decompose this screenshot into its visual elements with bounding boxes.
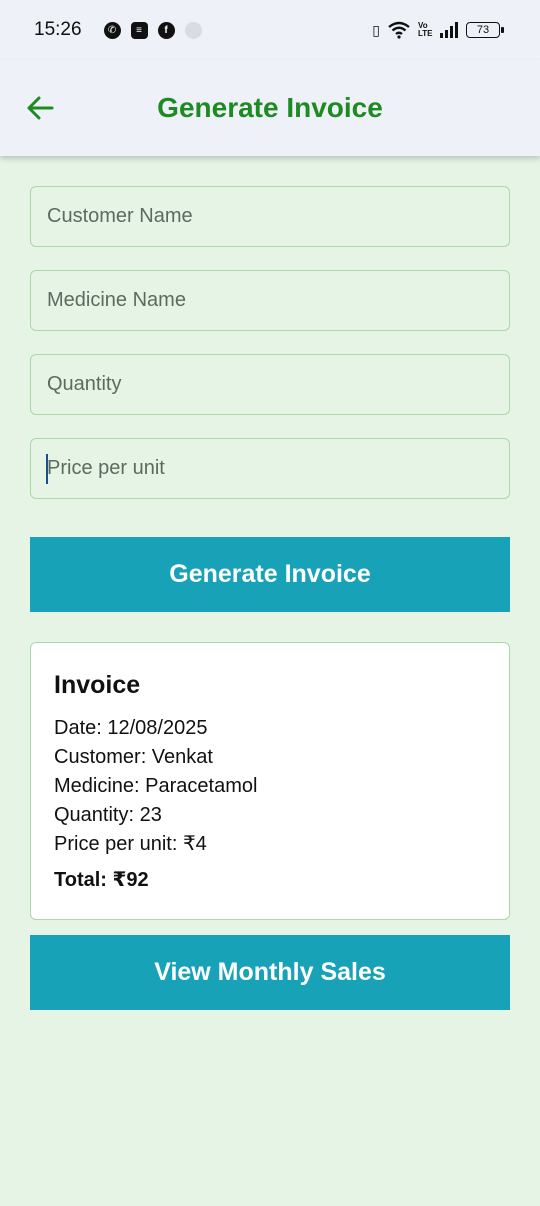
invoice-quantity: Quantity: 23 xyxy=(54,804,162,826)
invoice-title: Invoice xyxy=(54,671,141,699)
status-right: ▯ Vo LTE 73 xyxy=(372,21,504,39)
vibrate-icon: ▯ xyxy=(372,21,380,38)
back-button[interactable] xyxy=(22,90,58,126)
facebook-icon: f xyxy=(157,21,175,39)
wifi-icon xyxy=(388,21,410,39)
invoice-date: Date: 12/08/2025 xyxy=(54,717,208,739)
status-time: 15:26 xyxy=(34,19,82,40)
invoice-medicine: Medicine: Paracetamol xyxy=(54,775,258,797)
status-left: 15:26 ✆ ≡ f xyxy=(34,19,202,41)
invoice-price: Price per unit: ₹4 xyxy=(54,833,207,855)
generate-invoice-button[interactable]: Generate Invoice xyxy=(30,537,510,612)
medicine-name-input[interactable] xyxy=(30,270,510,331)
invoice-card: Invoice Date: 12/08/2025 Customer: Venka… xyxy=(30,642,510,920)
page-title: Generate Invoice xyxy=(157,92,383,123)
volte-icon: Vo LTE xyxy=(418,21,433,38)
invoice-customer: Customer: Venkat xyxy=(54,746,213,768)
arrow-left-icon xyxy=(27,96,54,120)
notes-app-icon: ≡ xyxy=(130,21,148,39)
view-monthly-sales-button[interactable]: View Monthly Sales xyxy=(30,935,510,1010)
text-cursor xyxy=(46,454,48,484)
signal-icon xyxy=(440,22,458,38)
invoice-total: Total: ₹92 xyxy=(54,869,149,891)
whatsapp-icon: ✆ xyxy=(103,21,121,39)
app-bar: Generate Invoice xyxy=(0,60,540,156)
battery-level: 73 xyxy=(476,24,490,36)
price-per-unit-input[interactable] xyxy=(30,438,510,499)
customer-name-input[interactable] xyxy=(30,186,510,247)
quantity-input[interactable] xyxy=(30,354,510,415)
status-bar: 15:26 ✆ ≡ f ▯ Vo LTE 73 xyxy=(0,0,540,60)
battery-icon: 73 xyxy=(466,22,504,38)
app-notification-icon xyxy=(184,21,202,39)
